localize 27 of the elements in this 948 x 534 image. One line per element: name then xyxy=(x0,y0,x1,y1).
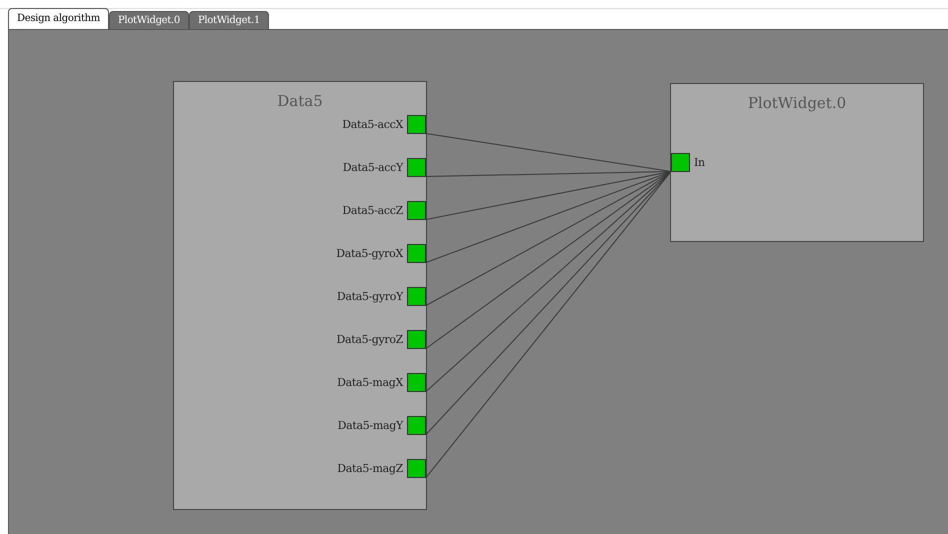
port-label: Data5-magY xyxy=(338,419,403,432)
port-label: In xyxy=(694,156,705,169)
node-box[interactable]: PlotWidget.0 In xyxy=(670,83,924,242)
tab[interactable]: PlotWidget.0 xyxy=(109,11,189,29)
node-title: Data5 xyxy=(277,91,323,111)
port-label: Data5-accY xyxy=(342,161,403,174)
output-port[interactable] xyxy=(407,373,426,392)
input-port[interactable] xyxy=(671,153,690,172)
output-port[interactable] xyxy=(407,158,426,177)
output-port[interactable] xyxy=(407,416,426,435)
port-label: Data5-accZ xyxy=(342,204,403,217)
output-port[interactable] xyxy=(407,115,426,134)
tab[interactable]: Design algorithm xyxy=(8,8,109,29)
output-port[interactable] xyxy=(407,244,426,263)
port-label: Data5-accX xyxy=(342,118,403,131)
port-label: Data5-gyroX xyxy=(336,247,403,260)
node-box[interactable]: Data5 Data5-accX Data5-accY Data5-accZ Data5-gyroX Data5-gyroY Data5-gyroZ Data5-magX Data5-magY Data5-magZ xyxy=(173,81,427,510)
port-label: Data5-gyroZ xyxy=(336,333,403,346)
port-label: Data5-magZ xyxy=(337,462,403,475)
port-label: Data5-magX xyxy=(337,376,403,389)
output-port[interactable] xyxy=(407,330,426,349)
output-port[interactable] xyxy=(407,459,426,478)
port-label: Data5-gyroY xyxy=(336,290,403,303)
output-port[interactable] xyxy=(407,201,426,220)
node-title: PlotWidget.0 xyxy=(748,93,846,113)
output-port[interactable] xyxy=(407,287,426,306)
tab[interactable]: PlotWidget.1 xyxy=(188,11,269,29)
